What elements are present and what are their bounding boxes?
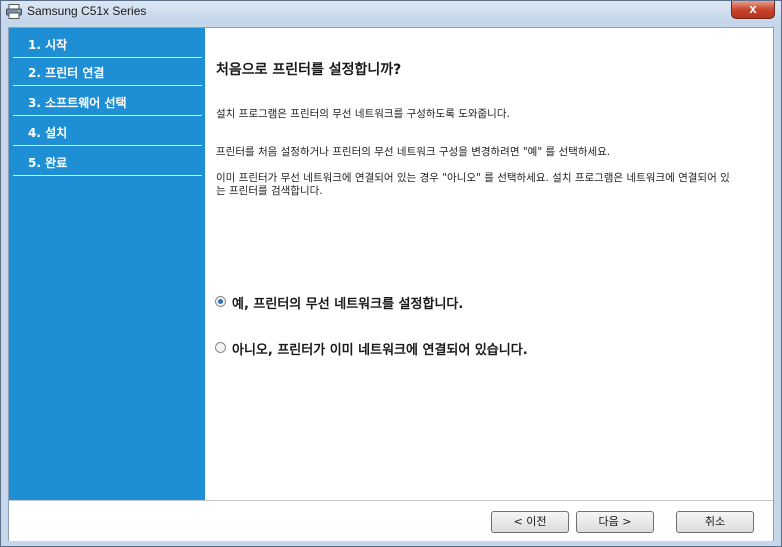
radio-selected-icon[interactable] (215, 296, 226, 307)
button-bar: < 이전 다음 > 취소 (9, 500, 773, 541)
page-title: 처음으로 프린터를 설정합니까? (216, 62, 402, 78)
step-label: 4. 설치 (28, 126, 68, 140)
back-button[interactable]: < 이전 (491, 511, 569, 533)
close-button[interactable]: x (731, 1, 775, 19)
step-label: 2. 프린터 연결 (28, 66, 105, 80)
no-instruction-text: 이미 프린터가 무선 네트워크에 연결되어 있는 경우 "아니오" 를 선택하세… (216, 172, 730, 197)
yes-instruction-text: 프린터를 처음 설정하거나 프린터의 무선 네트워크 구성을 변경하려면 "예"… (216, 146, 611, 158)
installer-window: Samsung C51x Series x 1. 시작 2. 프린터 연결 3.… (0, 0, 782, 547)
step-start: 1. 시작 (13, 30, 202, 58)
title-bar[interactable]: Samsung C51x Series x (1, 1, 781, 23)
step-sidebar: 1. 시작 2. 프린터 연결 3. 소프트웨어 선택 4. 설치 5. 완료 (9, 28, 205, 500)
option-label[interactable]: 아니오, 프린터가 이미 네트워크에 연결되어 있습니다. (232, 339, 528, 358)
step-finish: 5. 완료 (13, 148, 202, 176)
step-label: 3. 소프트웨어 선택 (28, 96, 127, 110)
step-install: 4. 설치 (13, 118, 202, 146)
window-title: Samsung C51x Series (27, 4, 147, 18)
step-label: 1. 시작 (28, 38, 68, 52)
intro-text: 설치 프로그램은 프린터의 무선 네트워크를 구성하도록 도와줍니다. (216, 108, 510, 120)
step-label: 5. 완료 (28, 156, 68, 170)
option-label[interactable]: 예, 프린터의 무선 네트워크를 설정합니다. (232, 293, 463, 312)
main-panel: 처음으로 프린터를 설정합니까? 설치 프로그램은 프린터의 무선 네트워크를 … (205, 28, 773, 500)
step-software-selection: 3. 소프트웨어 선택 (13, 88, 202, 116)
step-printer-connection: 2. 프린터 연결 (13, 58, 202, 86)
printer-app-icon (6, 4, 22, 19)
cancel-button[interactable]: 취소 (676, 511, 754, 533)
close-icon: x (749, 1, 757, 16)
wizard-body: 1. 시작 2. 프린터 연결 3. 소프트웨어 선택 4. 설치 5. 완료 … (8, 27, 774, 541)
next-button[interactable]: 다음 > (576, 511, 654, 533)
radio-unselected-icon[interactable] (215, 342, 226, 353)
